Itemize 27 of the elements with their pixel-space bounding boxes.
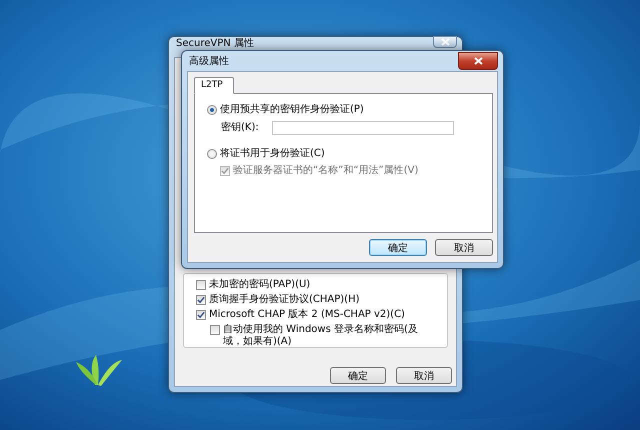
radio-label: 将证书用于身份验证(C)	[220, 148, 325, 160]
field-label: 密钥(K):	[221, 122, 259, 134]
checkbox-label: 自动使用我的 Windows 登录名称和密码(及域，如果有)(A)	[223, 324, 419, 348]
checkbox[interactable]	[210, 325, 220, 335]
checkbox-label: 验证服务器证书的“名称”和“用法”属性(V)	[233, 165, 418, 177]
tab[interactable]: L2TP	[194, 77, 234, 94]
radio-button[interactable]	[207, 149, 217, 159]
dialog-title: 高级属性	[188, 56, 229, 66]
checkbox-label: Microsoft CHAP 版本 2 (MS-CHAP v2)(C)	[209, 309, 405, 321]
checkbox-label: 质询握手身份验证协议(CHAP)(H)	[209, 294, 360, 306]
dialog-button[interactable]: 取消	[435, 239, 493, 256]
checkbox[interactable]	[196, 310, 206, 320]
window-title: SecureVPN 属性	[175, 37, 254, 49]
checkbox-label: 未加密的密码(PAP)(U)	[209, 279, 310, 291]
close-icon	[474, 56, 482, 64]
dialog-button[interactable]: 确定	[330, 367, 386, 384]
key-field[interactable]	[272, 121, 454, 135]
radio-label: 使用预共享的密钥作身份验证(P)	[220, 104, 364, 116]
close-icon	[440, 38, 450, 46]
dialog-button[interactable]: 取消	[396, 367, 452, 384]
checkbox[interactable]	[196, 295, 206, 305]
close-button[interactable]	[458, 52, 498, 70]
checkbox[interactable]	[196, 280, 206, 290]
checkmark-icon	[221, 167, 229, 175]
close-button[interactable]	[433, 36, 457, 48]
radio-button[interactable]	[207, 105, 217, 115]
dialog-button[interactable]: 确定	[369, 239, 427, 256]
